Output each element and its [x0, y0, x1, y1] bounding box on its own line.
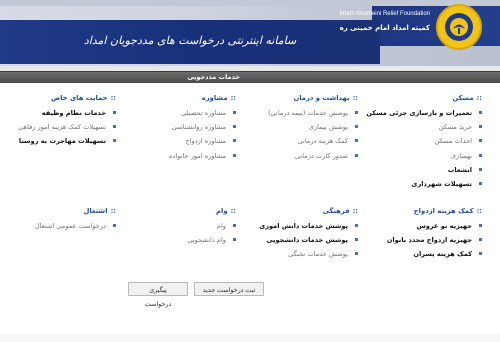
bullet-icon [479, 153, 482, 157]
service-link[interactable]: تسهیلات مهاجرت به روستا [8, 134, 116, 148]
section-title: مشاوره [201, 94, 228, 102]
service-link[interactable]: جهیزیه ازدواج مجدد بانوان [374, 233, 482, 247]
service-link[interactable]: بهسازی [374, 149, 482, 163]
section-marker-icon: :: [476, 207, 482, 215]
section-marker-icon: :: [476, 94, 482, 102]
section-title: وام [216, 207, 228, 215]
section-special-support: ::حمایت های خاص خدمات نظام وظیفه تسهیلات… [8, 94, 116, 149]
section-title: بهداشت و درمان [293, 94, 350, 102]
service-link[interactable]: پوشش خدمات دانشجویی [250, 233, 358, 247]
bullet-icon [479, 125, 482, 129]
foundation-logo-icon [436, 4, 482, 50]
org-name-english: Imam Khomeini Relief Foundation [339, 11, 430, 17]
service-link[interactable]: خرید مسکن [374, 120, 482, 134]
services-panel-header: خدمات مددجویی [0, 71, 500, 83]
section-title: اشتغال [83, 207, 108, 215]
bullet-icon [355, 125, 358, 129]
bullet-icon [355, 252, 358, 256]
bullet-icon [233, 238, 236, 242]
section-marker-icon: :: [352, 94, 358, 102]
bullet-icon [355, 238, 358, 242]
service-link[interactable]: درخواست عمومی اشتغال [8, 219, 116, 233]
section-marker-icon: :: [110, 207, 116, 215]
section-marker-icon: :: [230, 94, 236, 102]
bullet-icon [479, 111, 482, 114]
service-link[interactable]: جهیزیه نو عروس [374, 219, 482, 233]
service-link[interactable]: پوشش خدمات دانش اموزی [250, 219, 358, 233]
service-link[interactable]: مشاوره ازدواج [128, 134, 236, 148]
service-link[interactable]: تعمیرات و بازسازی جزئی مسکن [366, 106, 482, 120]
section-marker-icon: :: [110, 94, 116, 102]
bullet-icon [233, 139, 236, 143]
service-link[interactable]: تسهیلات کمک هزینه امور رفاهی [8, 120, 116, 134]
bullet-icon [355, 153, 358, 157]
bullet-icon [355, 111, 358, 114]
section-title: مسکن [452, 94, 474, 102]
service-link[interactable]: پوشش خدمات نخبگی [250, 247, 358, 261]
section-title: فرهنگی [322, 207, 350, 215]
bullet-icon [113, 224, 116, 227]
service-link[interactable]: خدمات نظام وظیفه [8, 106, 116, 120]
service-link[interactable]: پوشش خدمات (بیمه درمانی) [250, 106, 358, 120]
service-link[interactable]: وام دانشجویی [128, 233, 236, 247]
bullet-icon [479, 139, 482, 143]
bullet-icon [113, 139, 116, 143]
bullet-icon [479, 252, 482, 256]
service-link[interactable]: صدور کارت درمانی [250, 149, 358, 163]
section-marriage: ::کمک هزینه ازدواج جهیزیه نو عروس جهیزیه… [374, 207, 482, 262]
bullet-icon [355, 224, 358, 227]
section-title: حمایت های خاص [50, 94, 108, 102]
service-link[interactable]: کمک هزینه پسران [374, 247, 482, 261]
org-name-persian: کمیته امداد امام خمینی ره [339, 24, 430, 32]
bullet-icon [233, 224, 236, 227]
footer-strip [0, 334, 500, 342]
bullet-icon [479, 182, 482, 186]
service-link[interactable]: کمک هزینه درمانی [250, 134, 358, 148]
service-link[interactable]: پوشش بیماری [250, 120, 358, 134]
services-panel-title: خدمات مددجویی [187, 73, 240, 81]
bullet-icon [479, 238, 482, 242]
bullet-icon [113, 111, 116, 114]
section-counseling: ::مشاوره مشاوره تحصیلی مشاوره روانشناسی … [128, 94, 236, 163]
section-employment: ::اشتغال درخواست عمومی اشتغال [8, 207, 116, 233]
section-marker-icon: :: [352, 207, 358, 215]
section-health: ::بهداشت و درمان پوشش خدمات (بیمه درمانی… [250, 94, 358, 163]
bullet-icon [113, 125, 116, 129]
system-title: سامانه اینترنتی درخواست های مددجویان امد… [83, 34, 297, 47]
bullet-icon [233, 125, 236, 129]
section-culture: ::فرهنگی پوشش خدمات دانش اموزی پوشش خدما… [250, 207, 358, 262]
service-link[interactable]: وام [128, 219, 236, 233]
section-title: کمک هزینه ازدواج [413, 207, 474, 215]
service-link[interactable]: مشاوره امور خانواده [128, 149, 236, 163]
service-link[interactable]: انشعاب [374, 163, 482, 177]
track-request-button[interactable]: پیگیری درخواست [128, 282, 188, 308]
bullet-icon [479, 224, 482, 227]
bullet-icon [233, 153, 236, 157]
bullet-icon [479, 167, 482, 171]
bullet-icon [233, 111, 236, 114]
service-link[interactable]: مشاوره تحصیلی [128, 106, 236, 120]
service-link[interactable]: احداث مسکن [374, 134, 482, 148]
service-link[interactable]: مشاوره روانشناسی [128, 120, 236, 134]
section-loan: ::وام وام وام دانشجویی [128, 207, 236, 247]
service-link[interactable]: تسهیلات شهرداری [374, 177, 482, 191]
section-marker-icon: :: [230, 207, 236, 215]
section-housing: ::مسکن تعمیرات و بازسازی جزئی مسکن خرید … [366, 94, 482, 191]
bullet-icon [355, 139, 358, 143]
new-request-button[interactable]: ثبت درخواست جدید [194, 282, 264, 296]
